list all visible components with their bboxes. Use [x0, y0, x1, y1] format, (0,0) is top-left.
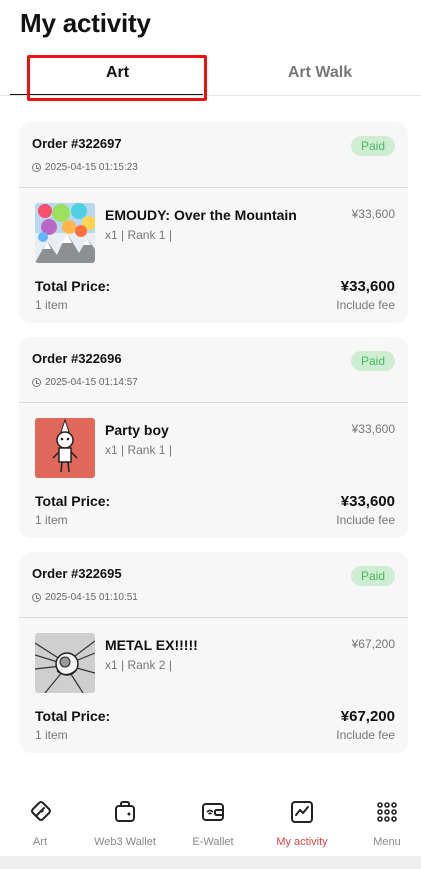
tab-art[interactable]: Art [30, 58, 205, 88]
art-icon [31, 801, 51, 821]
order-header: Order #322696 2025-04-15 01:14:57 Paid [19, 337, 408, 403]
item-title: EMOUDY: Over the Mountain [105, 207, 297, 223]
total-price-value: ¥67,200 [340, 708, 395, 725]
clock-icon [32, 163, 41, 172]
page-title: My activity [20, 8, 151, 38]
web3-wallet-icon [115, 801, 135, 822]
emoudy-artwork-thumbnail [35, 203, 95, 263]
fee-note: Include fee [336, 728, 395, 742]
item-meta: x1 | Rank 1 | [105, 443, 172, 457]
fee-note: Include fee [336, 513, 395, 527]
clock-icon [32, 378, 41, 387]
party-boy-artwork-thumbnail [35, 418, 95, 478]
item-meta: x1 | Rank 2 | [105, 658, 172, 672]
order-item[interactable]: Party boy x1 | Rank 1 | ¥33,600 [35, 418, 395, 480]
metal-ex-artwork-thumbnail [35, 633, 95, 693]
order-timestamp: 2025-04-15 01:10:51 [32, 592, 138, 603]
nav-label: Web3 Wallet [94, 836, 156, 848]
order-timestamp: 2025-04-15 01:14:57 [32, 377, 138, 388]
activity-chart-icon [291, 801, 313, 823]
order-timestamp: 2025-04-15 01:15:23 [32, 162, 138, 173]
total-item-count: 1 item [35, 513, 68, 527]
nav-web3-wallet[interactable]: Web3 Wallet [85, 800, 165, 848]
nav-label: My activity [276, 836, 328, 848]
nav-e-wallet[interactable]: E-Wallet [173, 800, 253, 848]
item-title: Party boy [105, 422, 169, 438]
item-price: ¥33,600 [351, 207, 395, 221]
order-header: Order #322695 2025-04-15 01:10:51 Paid [19, 552, 408, 618]
nav-label: Art [32, 836, 48, 848]
item-title: METAL EX!!!!! [105, 637, 198, 653]
order-divider [19, 617, 408, 618]
order-card[interactable]: Order #322696 2025-04-15 01:14:57 Paid P… [19, 337, 408, 538]
order-number: Order #322695 [32, 566, 122, 581]
clock-icon [32, 593, 41, 602]
order-card[interactable]: Order #322695 2025-04-15 01:10:51 Paid M… [19, 552, 408, 753]
item-price: ¥33,600 [351, 422, 395, 436]
total-price-label: Total Price: [35, 493, 111, 509]
status-badge: Paid [350, 351, 395, 371]
total-price-label: Total Price: [35, 278, 111, 294]
menu-grid-icon [377, 802, 397, 822]
order-time-text: 2025-04-15 01:14:57 [45, 377, 138, 388]
order-number: Order #322697 [32, 136, 122, 151]
nav-label: E-Wallet [192, 836, 234, 848]
order-item[interactable]: EMOUDY: Over the Mountain x1 | Rank 1 | … [35, 203, 395, 265]
e-wallet-icon [202, 803, 224, 821]
nav-art[interactable]: Art [0, 800, 80, 848]
status-badge: Paid [350, 566, 395, 586]
system-nav-strip [0, 856, 421, 869]
total-item-count: 1 item [35, 298, 68, 312]
order-time-text: 2025-04-15 01:15:23 [45, 162, 138, 173]
total-item-count: 1 item [35, 728, 68, 742]
order-list: Order #322697 2025-04-15 01:15:23 Paid E… [19, 122, 408, 767]
order-divider [19, 402, 408, 403]
nav-my-activity[interactable]: My activity [262, 800, 342, 848]
order-number: Order #322696 [32, 351, 122, 366]
item-price: ¥67,200 [351, 637, 395, 651]
order-card[interactable]: Order #322697 2025-04-15 01:15:23 Paid E… [19, 122, 408, 323]
order-time-text: 2025-04-15 01:10:51 [45, 592, 138, 603]
tab-bar: Art Art Walk [0, 50, 421, 98]
total-price-value: ¥33,600 [340, 493, 395, 510]
tab-divider [0, 95, 421, 96]
nav-menu[interactable]: Menu [347, 800, 421, 848]
total-price-value: ¥33,600 [340, 278, 395, 295]
item-meta: x1 | Rank 1 | [105, 228, 172, 242]
tab-art-walk[interactable]: Art Walk [220, 58, 420, 88]
bottom-nav: Art Web3 Wallet E-Wallet My activity Men… [0, 786, 421, 856]
order-header: Order #322697 2025-04-15 01:15:23 Paid [19, 122, 408, 188]
order-divider [19, 187, 408, 188]
status-badge: Paid [350, 136, 395, 156]
total-price-label: Total Price: [35, 708, 111, 724]
order-item[interactable]: METAL EX!!!!! x1 | Rank 2 | ¥67,200 [35, 633, 395, 695]
fee-note: Include fee [336, 298, 395, 312]
nav-label: Menu [373, 836, 401, 848]
